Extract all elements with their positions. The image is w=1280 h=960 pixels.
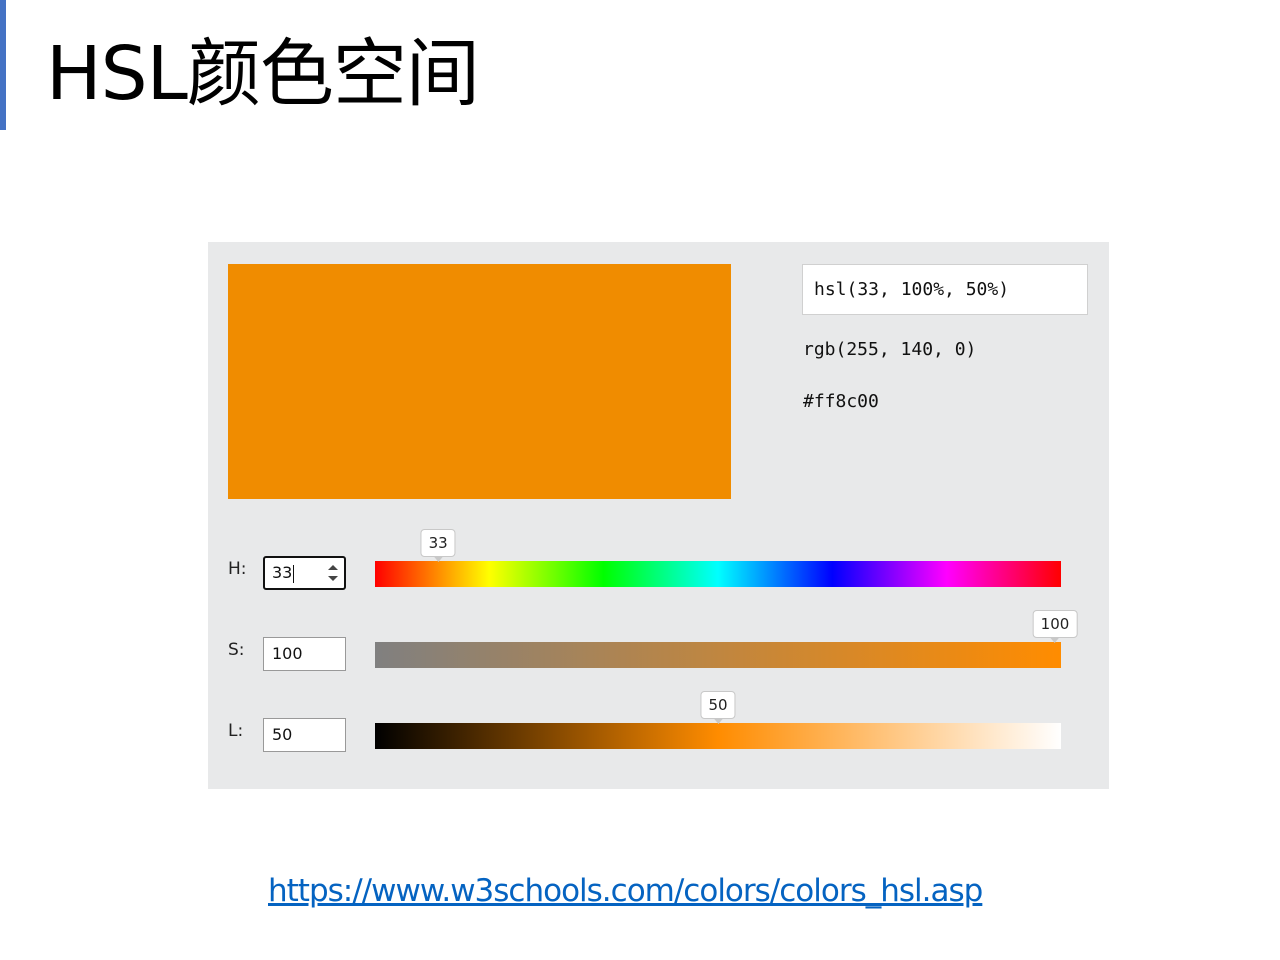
slide-title: HSL颜色空间 xyxy=(46,31,480,117)
saturation-input[interactable]: 100 xyxy=(263,637,346,671)
hue-input-value: 33 xyxy=(272,563,293,582)
hsl-value-field[interactable]: hsl(33, 100%, 50%) xyxy=(802,264,1088,315)
saturation-slider-value-tooltip: 100 xyxy=(1032,610,1078,643)
lightness-slider[interactable] xyxy=(375,723,1061,749)
lightness-input[interactable]: 50 xyxy=(263,718,346,752)
color-swatch xyxy=(228,264,731,499)
stepper-up-icon[interactable] xyxy=(328,565,338,570)
lightness-label: L: xyxy=(228,721,244,741)
slide: HSL颜色空间 hsl(33, 100%, 50%) rgb(255, 140,… xyxy=(0,0,1280,960)
saturation-slider[interactable] xyxy=(375,642,1061,668)
source-link[interactable]: https://www.w3schools.com/colors/colors_… xyxy=(268,873,983,909)
text-caret xyxy=(293,564,295,583)
hue-slider-value-tooltip: 33 xyxy=(420,529,456,562)
lightness-slider-value-tooltip: 50 xyxy=(700,691,736,724)
hue-input[interactable]: 33 xyxy=(263,556,346,590)
hue-stepper[interactable] xyxy=(327,561,339,585)
hue-slider[interactable] xyxy=(375,561,1061,587)
rgb-value-text: rgb(255, 140, 0) xyxy=(803,339,977,360)
color-picker-panel: hsl(33, 100%, 50%) rgb(255, 140, 0) #ff8… xyxy=(208,242,1109,789)
title-accent-bar xyxy=(0,0,6,130)
stepper-down-icon[interactable] xyxy=(328,576,338,581)
hue-label: H: xyxy=(228,559,247,579)
saturation-label: S: xyxy=(228,640,245,660)
hex-value-text: #ff8c00 xyxy=(803,391,879,412)
